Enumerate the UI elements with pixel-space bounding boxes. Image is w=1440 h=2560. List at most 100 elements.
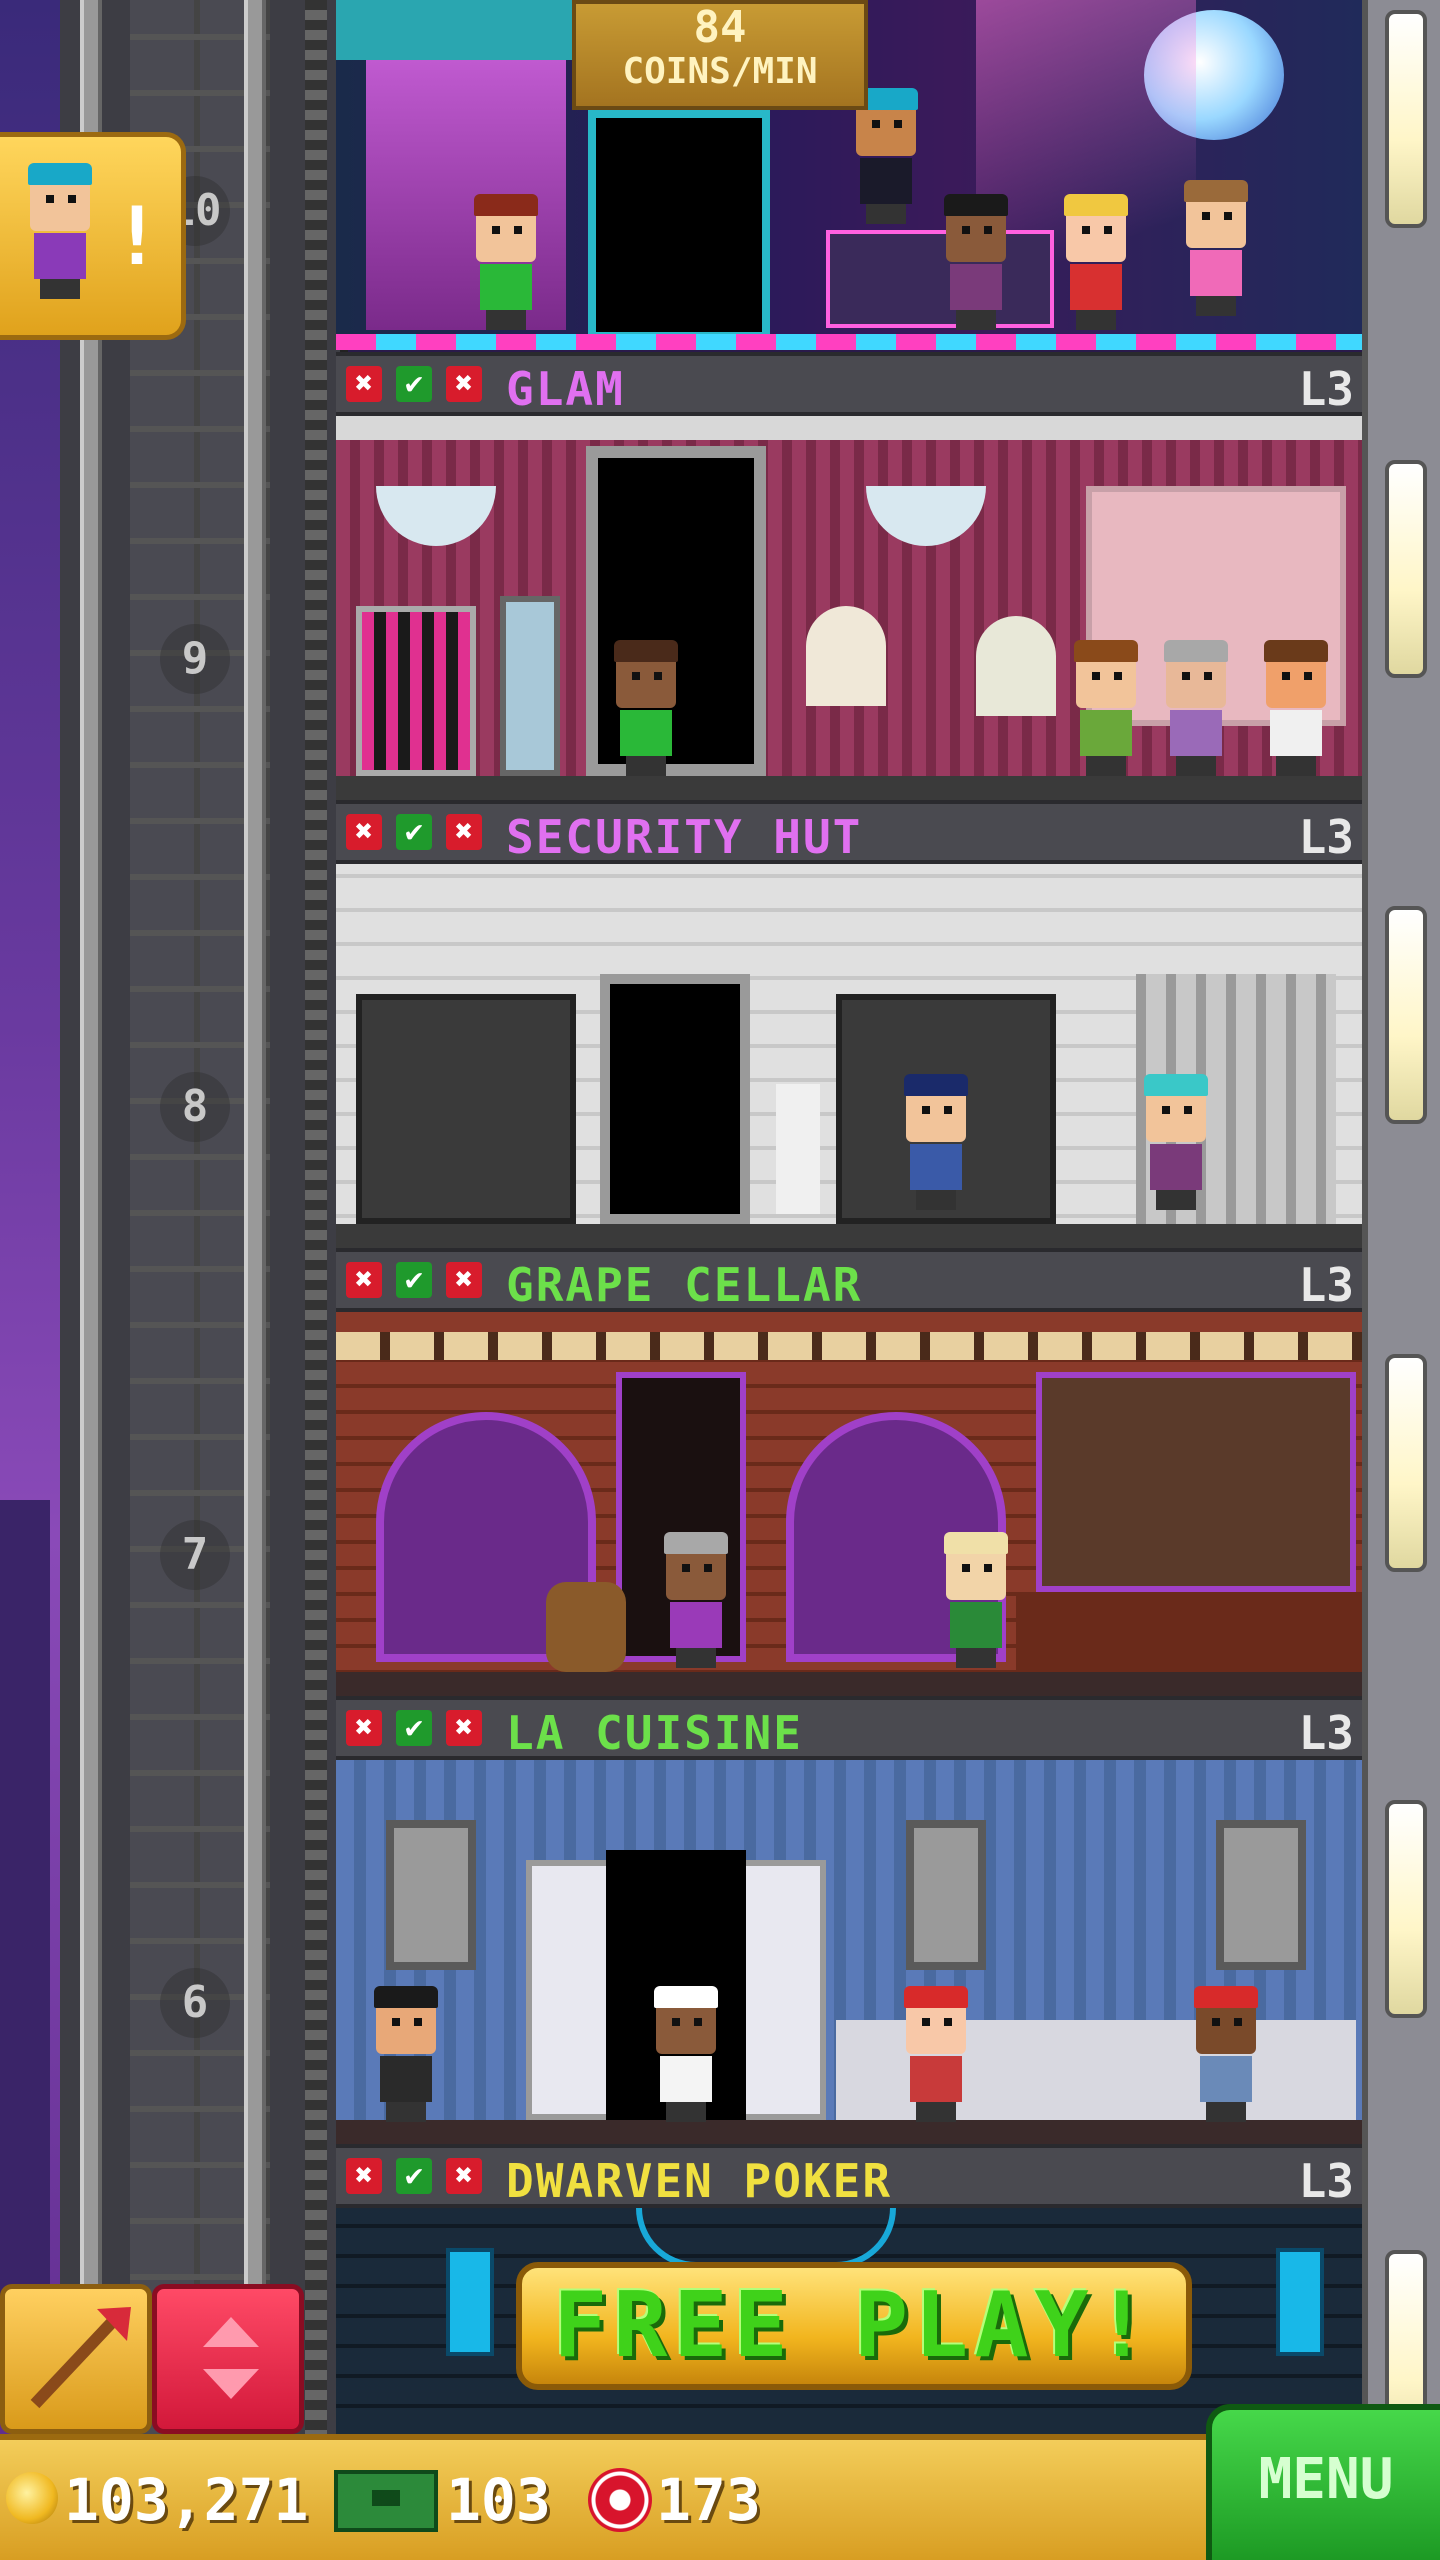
floor-name: SECURITY HUT — [506, 810, 863, 864]
floor-glam[interactable] — [336, 416, 1362, 800]
dance-floor — [336, 334, 1362, 350]
tower-window — [1385, 460, 1427, 678]
check-icon: ✔ — [396, 366, 432, 402]
close-icon: ✖ — [446, 814, 482, 850]
bitizen[interactable] — [1156, 640, 1236, 776]
elevator-rail-right — [244, 0, 266, 2560]
bitizen[interactable] — [1136, 1074, 1216, 1210]
bitizen[interactable] — [1186, 1986, 1266, 2122]
close-icon: ✖ — [346, 1710, 382, 1746]
bitizen[interactable] — [656, 1532, 736, 1668]
floor-security-hut[interactable] — [336, 864, 1362, 1248]
floor-name: LA CUISINE — [506, 1706, 803, 1760]
wine-shelf — [1036, 1372, 1356, 1592]
elevator-control-button[interactable] — [152, 2284, 304, 2434]
free-play-button[interactable]: FREE PLAY! — [516, 2262, 1192, 2390]
close-icon: ✖ — [446, 2158, 482, 2194]
floor-name: DWARVEN POKER — [506, 2154, 893, 2208]
floor-number-7: 7 — [160, 1520, 230, 1590]
arrow-up-icon — [203, 2317, 259, 2347]
wall-painting — [906, 1820, 986, 1970]
coins-per-minute-sign[interactable]: 84 COINS/MIN — [572, 0, 868, 110]
mannequin — [976, 616, 1056, 716]
mirror — [500, 596, 560, 776]
wall-lamp — [1276, 2248, 1324, 2356]
build-tool-button[interactable] — [0, 2284, 152, 2434]
floor-header-security-hut[interactable]: ✖ ✔ ✖ SECURITY HUT L3 — [336, 800, 1362, 864]
floor-ground — [336, 1672, 1362, 1696]
coin-icon — [6, 2472, 58, 2524]
floor-la-cuisine[interactable] — [336, 1760, 1362, 2144]
mannequin — [806, 606, 886, 706]
cctv-monitors — [356, 994, 576, 1224]
bitizen-guard[interactable] — [896, 1074, 976, 1210]
ceiling — [336, 416, 1362, 440]
check-icon: ✔ — [396, 1710, 432, 1746]
chips-value: 173 — [656, 2466, 761, 2534]
bitizen[interactable] — [1176, 180, 1256, 316]
check-icon: ✔ — [396, 814, 432, 850]
wall-painting — [1216, 1820, 1306, 1970]
bitizen[interactable] — [606, 640, 686, 776]
tower-bux-icon — [334, 2470, 438, 2532]
shaft-ladder — [305, 0, 327, 2560]
check-icon: ✔ — [396, 2158, 432, 2194]
close-icon: ✖ — [346, 814, 382, 850]
bux-value: 103 — [446, 2466, 551, 2534]
bitizen[interactable] — [936, 1532, 1016, 1668]
bitizen-visitor-avatar — [20, 163, 100, 299]
close-icon: ✖ — [446, 1262, 482, 1298]
pickaxe-icon — [30, 2307, 131, 2409]
floor-number-6: 6 — [160, 1968, 230, 2038]
floor-level: L3 — [1298, 1258, 1354, 1312]
tower-window — [1385, 1800, 1427, 2018]
close-icon: ✖ — [446, 366, 482, 402]
floor-doorway — [588, 110, 770, 340]
close-icon: ✖ — [346, 2158, 382, 2194]
elevator-rail-left — [80, 0, 102, 2560]
bottom-tools — [0, 2284, 330, 2434]
visitor-notification[interactable]: ! — [0, 132, 186, 340]
floor-level: L3 — [1298, 1706, 1354, 1760]
menu-button[interactable]: MENU — [1206, 2404, 1440, 2560]
floor-number-8: 8 — [160, 1072, 230, 1142]
bitizen[interactable] — [896, 1986, 976, 2122]
bitizen[interactable] — [1056, 194, 1136, 330]
floor-header-la-cuisine[interactable]: ✖ ✔ ✖ LA CUISINE L3 — [336, 1696, 1362, 1760]
wall-painting — [386, 1820, 476, 1970]
bitizen[interactable] — [1256, 640, 1336, 776]
chips-stat[interactable]: 173 — [588, 2460, 788, 2540]
floor-level: L3 — [1298, 2154, 1354, 2208]
bar-counter — [1016, 1592, 1362, 1672]
bitizen[interactable] — [936, 194, 1016, 330]
tower-outer-wall — [1362, 0, 1440, 2560]
floor-ground — [336, 1224, 1362, 1248]
bitizen-dj[interactable] — [846, 88, 926, 224]
check-icon: ✔ — [396, 1262, 432, 1298]
floor-header-dwarven-poker[interactable]: ✖ ✔ ✖ DWARVEN POKER L3 — [336, 2144, 1362, 2208]
arrow-down-icon — [203, 2369, 259, 2399]
clothes-rack — [356, 606, 476, 776]
close-icon: ✖ — [446, 1710, 482, 1746]
floor-header-grape-cellar[interactable]: ✖ ✔ ✖ GRAPE CELLAR L3 — [336, 1248, 1362, 1312]
tower-window — [1385, 10, 1427, 228]
floor-grape-cellar[interactable] — [336, 1312, 1362, 1696]
bitizen-waiter[interactable] — [366, 1986, 446, 2122]
tower-window — [1385, 1354, 1427, 1572]
coins-rate-value: 84 — [693, 2, 747, 53]
poker-chip-icon — [588, 2468, 652, 2532]
currency-bar: 103,271 103 173 — [0, 2434, 1210, 2560]
bitizen-chef[interactable] — [646, 1986, 726, 2122]
rune-circle — [636, 2208, 896, 2268]
bitizen[interactable] — [1066, 640, 1146, 776]
neon-awning — [336, 0, 572, 60]
floor-header-glam[interactable]: ✖ ✔ ✖ GLAM L3 — [336, 352, 1362, 416]
water-cooler — [776, 1084, 820, 1214]
city-skyline — [0, 1500, 50, 2300]
la-cuisine-wall-sign — [996, 1830, 1196, 1940]
coins-stat[interactable]: 103,271 — [6, 2460, 308, 2540]
bitizen[interactable] — [466, 194, 546, 330]
bux-stat[interactable]: 103 — [334, 2460, 564, 2540]
wood-beams — [336, 1332, 1362, 1360]
floor-ground — [336, 776, 1362, 800]
